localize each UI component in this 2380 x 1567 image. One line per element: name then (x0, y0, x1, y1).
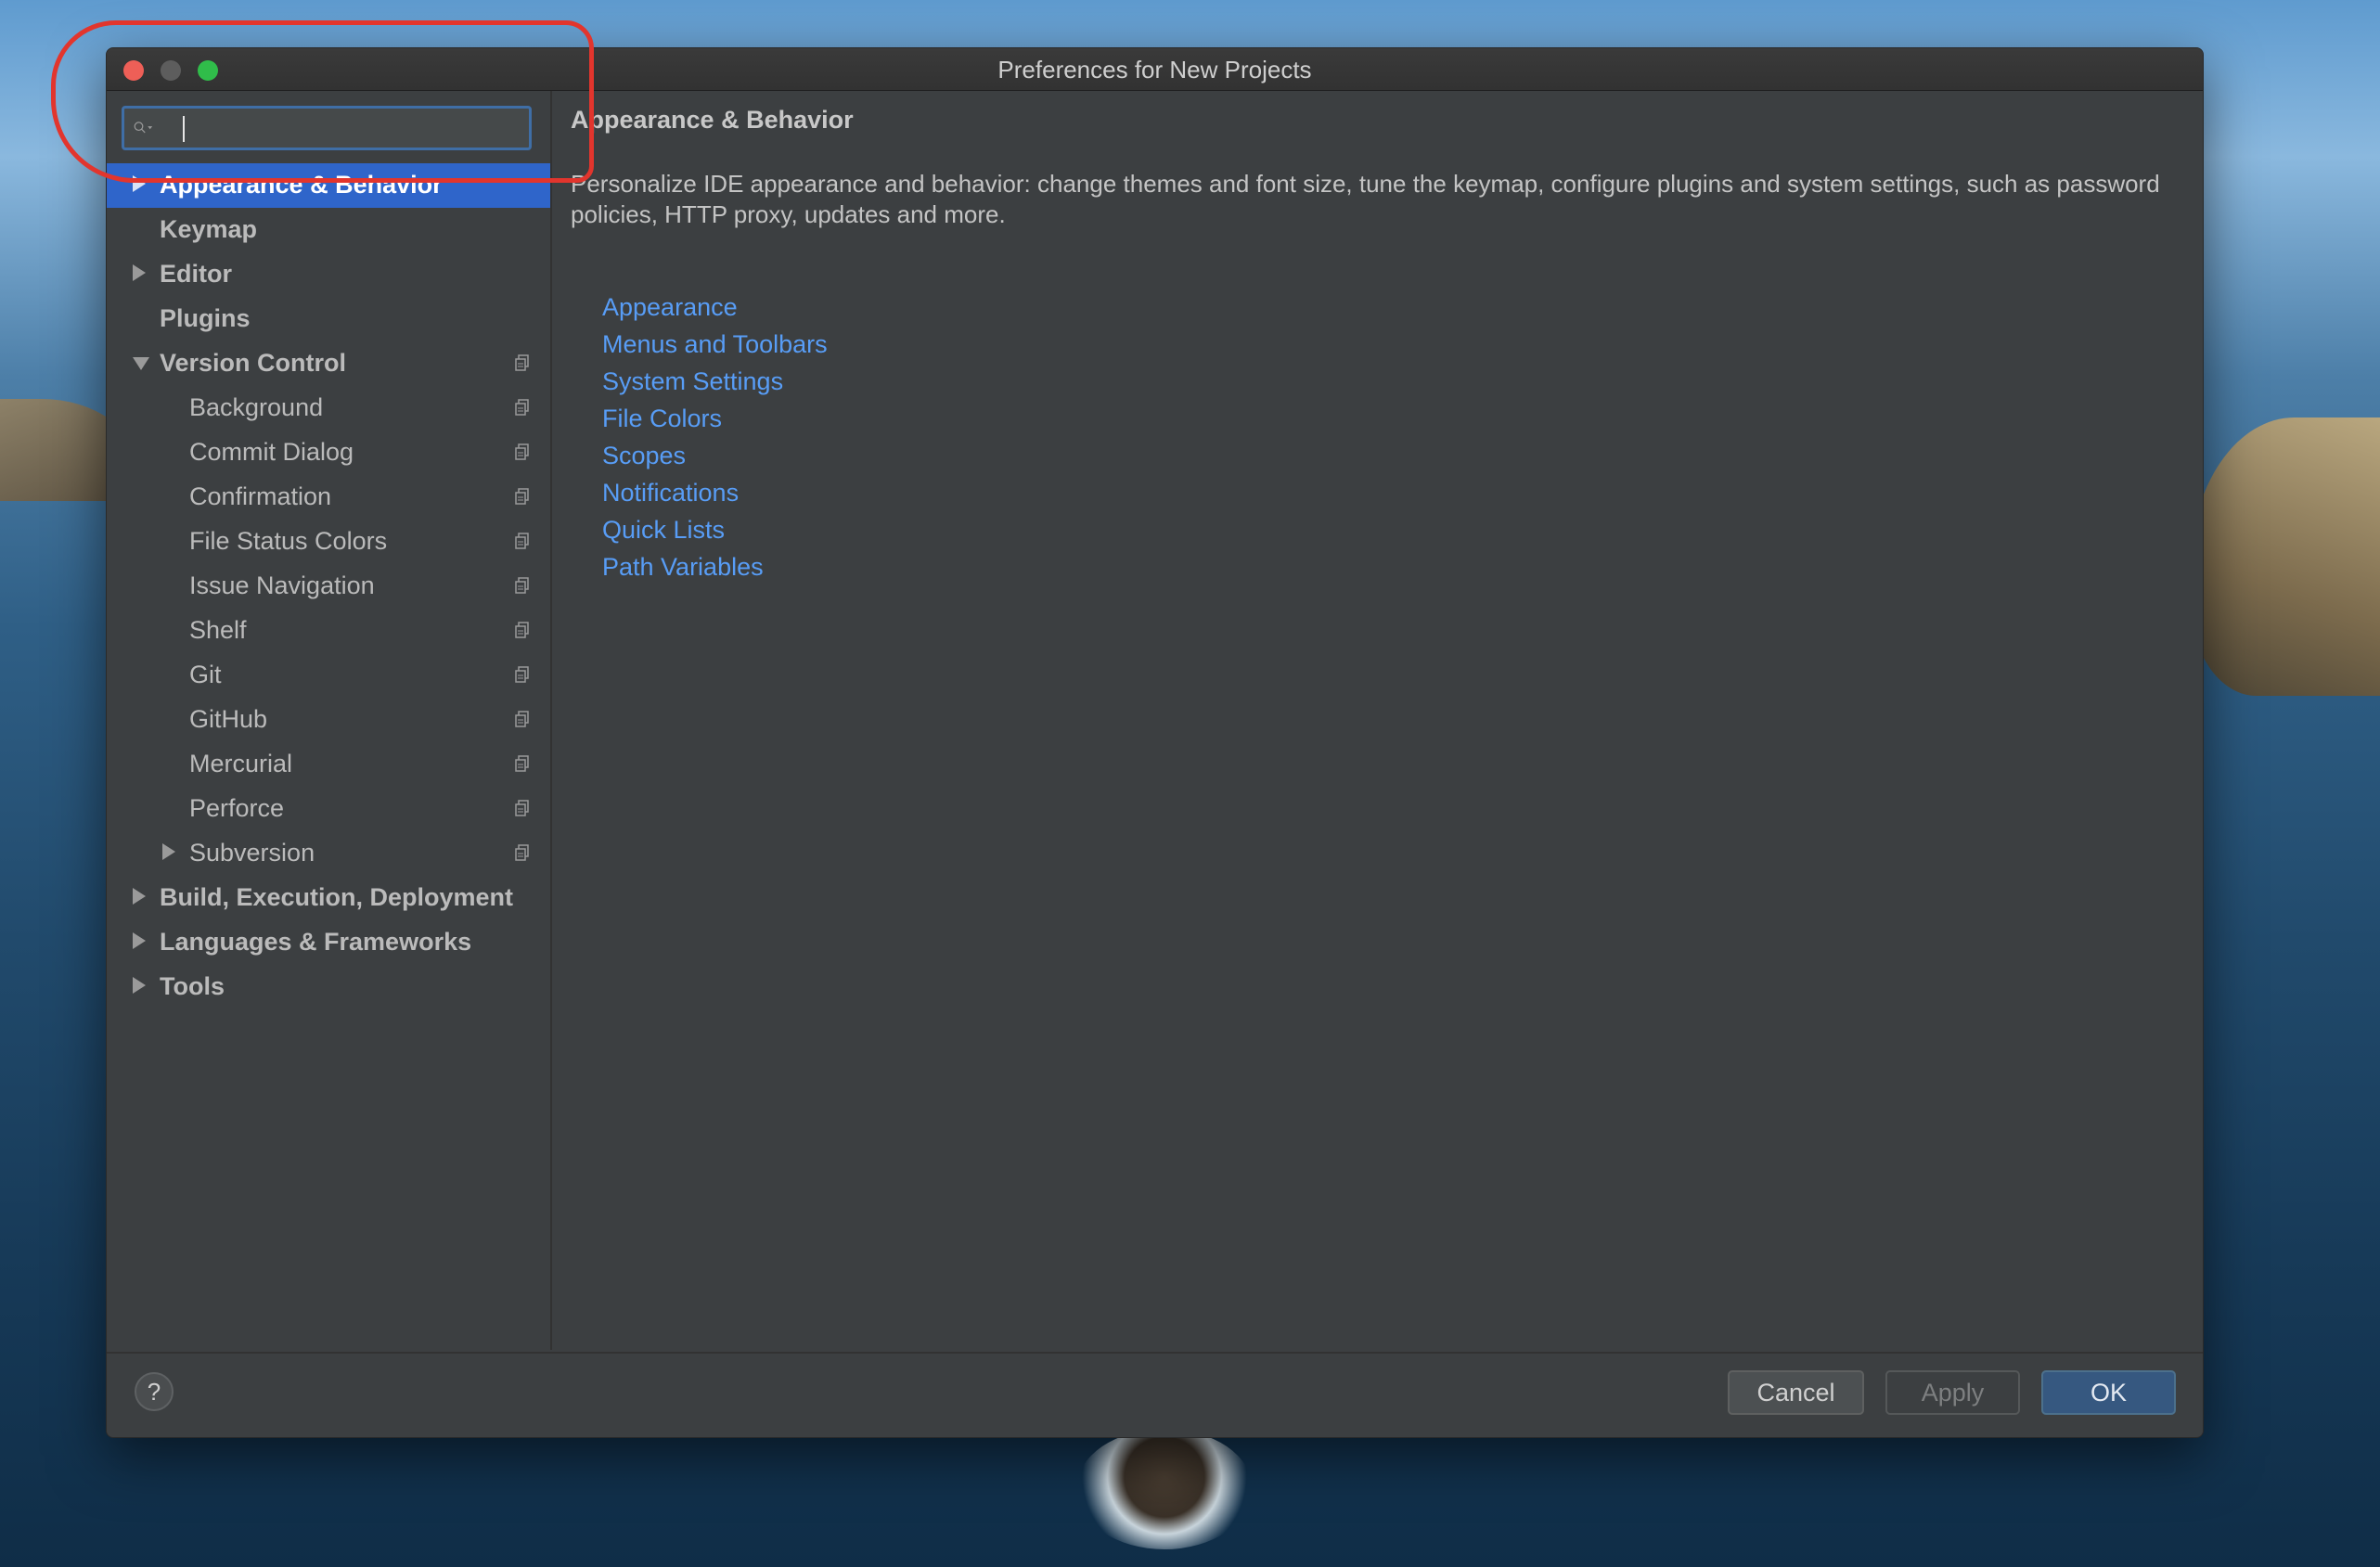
copy-icon (515, 622, 529, 638)
copy-icon (515, 354, 529, 371)
sidebar-item[interactable]: Confirmation (107, 475, 550, 520)
settings-link[interactable]: Notifications (602, 479, 739, 507)
copy-icon (515, 533, 529, 549)
sidebar-item[interactable]: Shelf (107, 609, 550, 653)
sidebar-item-label: Git (189, 661, 222, 688)
chevron-right-icon[interactable] (133, 888, 146, 905)
desktop-cliff-right (2190, 417, 2380, 696)
sidebar-item[interactable]: Commit Dialog (107, 430, 550, 475)
sidebar-item[interactable]: Plugins (107, 297, 550, 341)
sidebar-item-label: Tools (160, 972, 225, 1000)
sidebar-item-label: Shelf (189, 616, 247, 644)
copy-icon (515, 399, 529, 416)
sidebar-item-label: Commit Dialog (189, 438, 354, 466)
copy-icon (515, 844, 529, 861)
settings-link[interactable]: Path Variables (602, 553, 764, 582)
sidebar-item-label: Keymap (160, 215, 258, 243)
chevron-right-icon[interactable] (162, 843, 175, 860)
sidebar-item[interactable]: Keymap (107, 208, 550, 252)
sidebar-item-label: Languages & Frameworks (160, 928, 472, 956)
content-title: Appearance & Behavior (571, 106, 854, 134)
sidebar-item[interactable]: GitHub (107, 698, 550, 742)
dialog-footer: ? Cancel Apply OK (107, 1352, 2203, 1437)
chevron-right-icon[interactable] (133, 264, 146, 281)
copy-icon (515, 711, 529, 727)
sidebar-item[interactable]: Mercurial (107, 742, 550, 787)
sidebar-item[interactable]: Build, Execution, Deployment (107, 876, 550, 920)
copy-icon (515, 443, 529, 460)
content-panel: Appearance & Behavior Personalize IDE ap… (552, 91, 2203, 1350)
sidebar-item-label: Mercurial (189, 750, 293, 777)
sidebar-item-label: GitHub (189, 705, 268, 733)
red-annotation-circle (51, 20, 594, 183)
settings-sidebar: Appearance & Behavior Keymap Editor Plugins… (107, 91, 552, 1350)
chevron-right-icon[interactable] (133, 932, 146, 949)
chevron-down-icon[interactable] (133, 357, 149, 370)
desktop-rock (1076, 1429, 1253, 1549)
ok-button[interactable]: OK (2041, 1370, 2176, 1415)
sidebar-item-label: Issue Navigation (189, 572, 375, 599)
cancel-button[interactable]: Cancel (1728, 1370, 1864, 1415)
sidebar-item-label: Version Control (160, 349, 347, 377)
sidebar-item[interactable]: Perforce (107, 787, 550, 831)
sidebar-item-label: Editor (160, 260, 232, 288)
copy-icon (515, 488, 529, 505)
settings-link[interactable]: Scopes (602, 442, 686, 470)
sidebar-item-label: Perforce (189, 794, 285, 822)
sidebar-item[interactable]: Issue Navigation (107, 564, 550, 609)
sidebar-item-label: Plugins (160, 304, 251, 332)
copy-icon (515, 800, 529, 816)
sidebar-item[interactable]: File Status Colors (107, 520, 550, 564)
copy-icon (515, 577, 529, 594)
settings-link[interactable]: Appearance (602, 293, 738, 322)
copy-icon (515, 666, 529, 683)
chevron-right-icon[interactable] (133, 977, 146, 994)
sidebar-item-label: Subversion (189, 839, 315, 867)
sidebar-item[interactable]: Languages & Frameworks (107, 920, 550, 965)
apply-button[interactable]: Apply (1885, 1370, 2020, 1415)
settings-link[interactable]: Menus and Toolbars (602, 330, 828, 359)
copy-icon (515, 755, 529, 772)
sidebar-item[interactable]: Subversion (107, 831, 550, 876)
settings-link[interactable]: Quick Lists (602, 516, 725, 545)
sidebar-item[interactable]: Tools (107, 965, 550, 1009)
settings-link[interactable]: File Colors (602, 405, 722, 433)
content-description: Personalize IDE appearance and behavior:… (571, 170, 2160, 228)
sidebar-item-label: File Status Colors (189, 527, 388, 555)
settings-link[interactable]: System Settings (602, 367, 783, 396)
sidebar-item[interactable]: Background (107, 386, 550, 430)
sidebar-item-label: Background (189, 393, 324, 421)
sidebar-item-label: Confirmation (189, 482, 332, 510)
sidebar-item-label: Build, Execution, Deployment (160, 883, 514, 911)
sidebar-item[interactable]: Git (107, 653, 550, 698)
preferences-window: Preferences for New Projects Appearance … (106, 47, 2204, 1438)
help-button[interactable]: ? (135, 1372, 174, 1411)
sidebar-item[interactable]: Editor (107, 252, 550, 297)
sidebar-item[interactable]: Version Control (107, 341, 550, 386)
